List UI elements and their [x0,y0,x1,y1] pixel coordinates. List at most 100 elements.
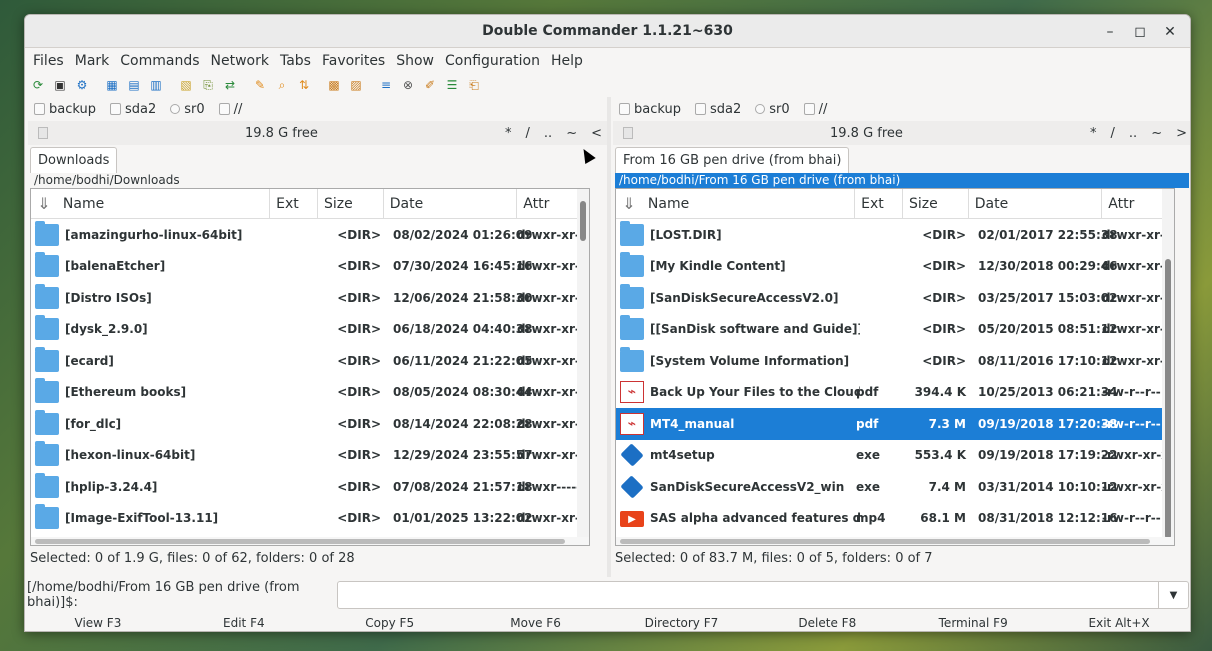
thumbnails-view-icon[interactable]: ▧ [176,76,196,94]
maximize-button[interactable]: ◻ [1128,21,1152,43]
nav-parent[interactable]: .. [1129,126,1137,141]
column-size[interactable]: Size [318,189,384,218]
binoculars-icon[interactable]: ⊗ [398,76,418,94]
column-ext[interactable]: Ext [855,189,903,218]
horizontal-scrollbar[interactable] [31,537,589,545]
column-name[interactable]: Name [642,189,856,218]
menu-files[interactable]: Files [29,53,68,69]
menu-mark[interactable]: Mark [71,53,114,69]
terminal-icon[interactable]: ▣ [50,76,70,94]
folder-row[interactable]: [LOST.DIR] <DIR> 02/01/2017 22:55:38 drwxr-… [616,219,1174,251]
fkey-exit[interactable]: Exit Alt+X [1046,613,1190,631]
folder-row[interactable]: [Distro ISOs] <DIR> 12/06/2024 21:58:30 drw… [31,282,589,314]
fkey-edit[interactable]: Edit F4 [171,613,317,631]
file-row[interactable]: ▶ SAS alpha advanced features demomp4 68.1… [616,503,1174,535]
scrollbar-thumb[interactable] [35,539,565,544]
tab-downloads[interactable]: Downloads [30,147,118,173]
nav-home[interactable]: ~ [1151,126,1162,141]
sync-dirs-icon[interactable]: ⇅ [294,76,314,94]
pack-icon[interactable]: ▩ [324,76,344,94]
command-input[interactable]: ▼ [337,581,1189,609]
fkey-view[interactable]: View F3 [25,613,171,631]
nav-arrow[interactable]: > [1176,126,1187,141]
fkey-move[interactable]: Move F6 [463,613,609,631]
right-file-list[interactable]: ⇓ Name Ext Size Date Attr [LOST.DIR] <DIR> 02/01… [615,188,1175,546]
scrollbar-thumb[interactable] [620,539,1150,544]
full-view-icon[interactable]: ▤ [124,76,144,94]
fkey-directory[interactable]: Directory F7 [609,613,755,631]
drive-sda2[interactable]: sda2 [110,102,156,117]
clipboard-icon[interactable]: ⎗ [464,76,484,94]
panel-splitter[interactable] [607,97,611,577]
left-path[interactable]: /home/bodhi/Downloads [30,173,608,188]
folder-row[interactable]: [Ethereum books] <DIR> 08/05/2024 08:30:44… [31,377,589,409]
folder-row[interactable]: [System Volume Information] <DIR> 08/11/20… [616,345,1174,377]
column-ext[interactable]: Ext [270,189,318,218]
folder-row[interactable]: [dysk_2.9.0] <DIR> 06/18/2024 04:40:38 drwx… [31,314,589,346]
edit-icon[interactable]: ✐ [420,76,440,94]
drive-network[interactable]: // [218,102,242,117]
brief-view-icon[interactable]: ▦ [102,76,122,94]
column-date[interactable]: Date [969,189,1103,218]
drive-sr0[interactable]: sr0 [170,102,205,117]
menu-network[interactable]: Network [207,53,273,69]
menu-configuration[interactable]: Configuration [441,53,544,69]
horizontal-scrollbar[interactable] [616,537,1174,545]
columns-view-icon[interactable]: ▥ [146,76,166,94]
vertical-scrollbar[interactable] [1162,189,1174,545]
vertical-scrollbar[interactable] [577,189,589,545]
column-size[interactable]: Size [903,189,969,218]
left-file-list[interactable]: ⇓ Name Ext Size Date Attr [amazingurho-linux-6… [30,188,590,546]
folder-row[interactable]: [hplip-3.24.4] <DIR> 07/08/2024 21:57:18 dr… [31,471,589,503]
folder-row[interactable]: [Image-ExifTool-13.11] <DIR> 01/01/2025 13… [31,503,589,535]
column-name[interactable]: Name [57,189,271,218]
folder-row[interactable]: [for_dlc] <DIR> 08/14/2024 22:08:28 drwxr-x… [31,408,589,440]
fkey-copy[interactable]: Copy F5 [317,613,463,631]
settings-icon[interactable]: ⚙ [72,76,92,94]
notes-icon[interactable]: ☰ [442,76,462,94]
fkey-delete[interactable]: Delete F8 [754,613,900,631]
folder-row[interactable]: [SanDiskSecureAccessV2.0] <DIR> 03/25/2017… [616,282,1174,314]
nav-parent[interactable]: .. [544,126,552,141]
close-button[interactable]: ✕ [1158,21,1182,43]
nav-root[interactable]: * [505,126,512,141]
nav-slash[interactable]: / [1111,126,1115,141]
file-row[interactable]: mt4setup exe 553.4 K 09/19/2018 17:19:22 -rw… [616,440,1174,472]
sort-arrow-icon[interactable]: ⇓ [31,194,57,213]
drive-backup[interactable]: backup [34,102,96,117]
folder-row[interactable]: [amazingurho-linux-64bit] <DIR> 08/02/2024… [31,219,589,251]
file-row[interactable]: SanDiskSecureAccessV2_win exe 7.4 M 03/31/2… [616,471,1174,503]
search-icon[interactable]: ⌕ [272,76,292,94]
column-date[interactable]: Date [384,189,518,218]
swap-panels-icon[interactable]: ⇄ [220,76,240,94]
folder-row[interactable]: [[SanDisk software and Guide]] <DIR> 05/20… [616,314,1174,346]
menu-show[interactable]: Show [392,53,438,69]
fkey-terminal[interactable]: Terminal F9 [900,613,1046,631]
scrollbar-thumb[interactable] [580,201,586,241]
drive-backup[interactable]: backup [619,102,681,117]
nav-root[interactable]: * [1090,126,1097,141]
menu-help[interactable]: Help [547,53,587,69]
drive-network[interactable]: // [803,102,827,117]
menu-tabs[interactable]: Tabs [276,53,315,69]
folder-row[interactable]: [My Kindle Content] <DIR> 12/30/2018 00:29… [616,251,1174,283]
nav-slash[interactable]: / [526,126,530,141]
chevron-down-icon[interactable]: ▼ [1158,582,1188,608]
refresh-icon[interactable]: ⟳ [28,76,48,94]
minimize-button[interactable]: – [1098,21,1122,43]
folder-row[interactable]: [hexon-linux-64bit] <DIR> 12/29/2024 23:55… [31,440,589,472]
file-row[interactable]: ⌁ MT4_manual pdf 7.3 M 09/19/2018 17:20:38 -r… [616,408,1174,440]
nav-home[interactable]: ~ [566,126,577,141]
unpack-icon[interactable]: ▨ [346,76,366,94]
folder-row[interactable]: [ecard] <DIR> 06/11/2024 21:22:05 drwxr-xr-… [31,345,589,377]
scrollbar-thumb[interactable] [1165,259,1171,539]
sort-arrow-icon[interactable]: ⇓ [616,194,642,213]
right-path[interactable]: /home/bodhi/From 16 GB pen drive (from b… [615,173,1189,188]
compare-icon[interactable]: ≡ [376,76,396,94]
copy-path-icon[interactable]: ⎘ [198,76,218,94]
folder-row[interactable]: [balenaEtcher] <DIR> 07/30/2024 16:45:16 dr… [31,251,589,283]
drive-sr0[interactable]: sr0 [755,102,790,117]
menu-favorites[interactable]: Favorites [318,53,389,69]
nav-arrow[interactable]: < [591,126,602,141]
tab-pen-drive[interactable]: From 16 GB pen drive (from bhai) [615,147,850,173]
